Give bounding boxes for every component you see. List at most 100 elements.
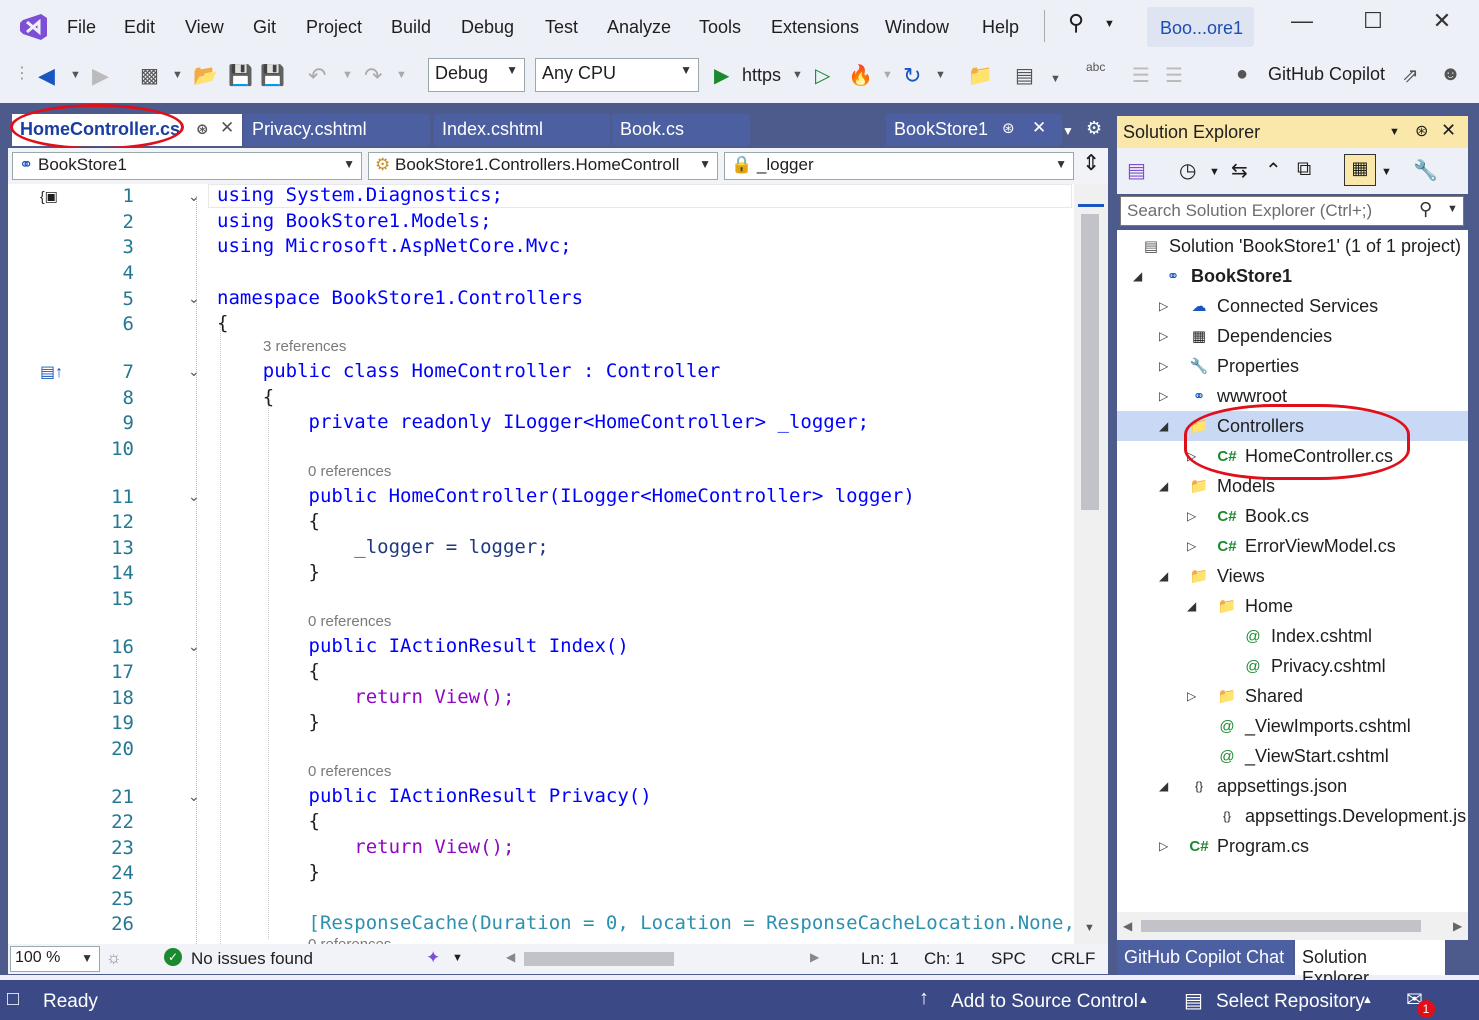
tree-item-program[interactable]: ▷ C# Program.cs (1159, 831, 1309, 861)
menu-file[interactable]: File (67, 17, 96, 38)
vertical-scrollbar[interactable]: ▼ (1074, 184, 1108, 944)
code-editor[interactable]: {▣ ▤↑ 3 references 0 references 0 refere… (8, 184, 1074, 944)
close-icon[interactable]: ✕ (1032, 118, 1046, 138)
column-indicator[interactable]: Ch: 1 (924, 949, 965, 969)
close-icon[interactable]: ✕ (1441, 120, 1456, 141)
chevron-down-icon[interactable]: ▼ (882, 69, 893, 99)
codelens-references[interactable]: 0 references (308, 613, 391, 630)
show-all-files-icon[interactable]: ▦ (1344, 154, 1376, 186)
tree-item-index-cshtml[interactable]: @ Index.cshtml (1241, 621, 1372, 651)
chevron-down-icon[interactable]: ▼ (70, 69, 81, 99)
add-source-control-button[interactable]: Add to Source Control (951, 991, 1138, 1013)
scrollbar-thumb[interactable] (1081, 214, 1099, 510)
codelens-references[interactable]: 0 references (308, 763, 391, 780)
open-folder-icon[interactable]: 📂 (193, 63, 218, 93)
menu-build[interactable]: Build (391, 17, 431, 38)
menu-debug[interactable]: Debug (461, 17, 514, 38)
tree-item-shared[interactable]: ▷ 📁 Shared (1187, 681, 1303, 711)
spell-check-icon[interactable]: abc (1086, 60, 1105, 90)
scroll-left-icon[interactable]: ◀ (506, 950, 515, 964)
chevron-down-icon[interactable]: ▼ (792, 69, 803, 99)
menu-window[interactable]: Window (885, 17, 949, 38)
new-project-icon[interactable]: ▩ (140, 63, 159, 93)
tab-privacy[interactable]: Privacy.cshtml (244, 114, 430, 146)
issues-status[interactable]: No issues found (191, 949, 313, 969)
expanded-icon[interactable]: ◢ (1187, 599, 1201, 613)
menu-analyze[interactable]: Analyze (607, 17, 671, 38)
back-icon[interactable]: ◀ (38, 63, 55, 93)
menu-edit[interactable]: Edit (124, 17, 155, 38)
comment-icon[interactable]: ☰ (1132, 63, 1150, 93)
fold-chevron-icon[interactable]: ⌄ (188, 188, 200, 205)
scroll-right-icon[interactable]: ▶ (810, 950, 819, 964)
close-icon[interactable]: ✕ (220, 118, 234, 138)
account-icon[interactable]: ☻ (1440, 63, 1461, 93)
zoom-dropdown[interactable]: 100 % ▼ (10, 946, 100, 972)
pin-icon[interactable]: ⊛ (196, 120, 209, 138)
hot-reload-icon[interactable]: 🔥 (848, 63, 873, 93)
tree-item-views[interactable]: ◢ 📁 Views (1159, 561, 1265, 591)
tab-book[interactable]: Book.cs (612, 114, 750, 146)
chevron-down-icon[interactable]: ▼ (452, 952, 463, 964)
tab-overflow-icon[interactable]: ▼ (1062, 124, 1074, 138)
project-dropdown[interactable]: ⚭ BookStore1 ▼ (12, 152, 362, 180)
codelens-references[interactable]: 0 references (308, 463, 391, 480)
whitespace-indicator[interactable]: SPC (991, 949, 1026, 969)
tree-item-viewimports[interactable]: @ _ViewImports.cshtml (1215, 711, 1410, 741)
select-repository-button[interactable]: Select Repository (1216, 991, 1365, 1013)
menu-help[interactable]: Help (982, 17, 1019, 38)
pin-icon[interactable]: ⊛ (1002, 119, 1015, 137)
menu-tools[interactable]: Tools (699, 17, 741, 38)
chevron-down-icon[interactable]: ▼ (1447, 203, 1458, 215)
chevron-up-icon[interactable]: ▲ (1362, 994, 1373, 1006)
chevron-up-icon[interactable]: ▲ (1138, 994, 1149, 1006)
tree-item-errorviewmodel[interactable]: ▷ C# ErrorViewModel.cs (1187, 531, 1396, 561)
menu-view[interactable]: View (185, 17, 224, 38)
save-all-icon[interactable]: 💾 (260, 63, 285, 93)
chevron-down-icon[interactable]: ▼ (1381, 166, 1392, 178)
minimize-icon[interactable]: — (1282, 8, 1322, 44)
output-icon[interactable]: □ (7, 988, 19, 1011)
run-button[interactable]: https (742, 65, 781, 95)
menu-git[interactable]: Git (253, 17, 276, 38)
fold-chevron-icon[interactable]: ⌄ (188, 638, 200, 655)
share-icon[interactable]: ⇗ (1402, 63, 1419, 93)
health-icon[interactable]: ☼ (106, 948, 122, 968)
collapsed-icon[interactable]: ▷ (1187, 689, 1201, 703)
tree-item-properties[interactable]: ▷ 🔧 Properties (1159, 351, 1299, 381)
tree-item-privacy-cshtml[interactable]: @ Privacy.cshtml (1241, 651, 1385, 681)
chevron-down-icon[interactable]: ▼ (396, 69, 407, 99)
fold-chevron-icon[interactable]: ⌄ (188, 363, 200, 380)
tree-item-solution[interactable]: ▤ Solution 'BookStore1' (1 of 1 project) (1139, 231, 1461, 261)
search-icon[interactable]: ⚲ (1068, 10, 1084, 36)
line-indicator[interactable]: Ln: 1 (861, 949, 899, 969)
switch-views-icon[interactable]: ▤ (1127, 158, 1146, 183)
platform-dropdown[interactable]: Any CPU ▼ (535, 58, 699, 92)
chevron-down-icon[interactable]: ▼ (172, 69, 183, 99)
start-without-debugging-icon[interactable]: ▷ (815, 63, 830, 93)
tree-item-project[interactable]: ◢ ⚭ BookStore1 (1133, 261, 1292, 291)
tab-copilot-chat[interactable]: GitHub Copilot Chat (1117, 940, 1293, 975)
collapsed-icon[interactable]: ▷ (1159, 329, 1173, 343)
codelens-references[interactable]: 3 references (263, 338, 346, 355)
fold-chevron-icon[interactable]: ⌄ (188, 290, 200, 307)
tab-index[interactable]: Index.cshtml (434, 114, 610, 146)
menu-project[interactable]: Project (306, 17, 362, 38)
collapsed-icon[interactable]: ▷ (1187, 509, 1201, 523)
scroll-left-icon[interactable]: ◀ (1123, 919, 1132, 933)
codelens-references[interactable]: 0 references (308, 936, 391, 944)
sync-icon[interactable]: ⇆ (1231, 158, 1248, 183)
collapsed-icon[interactable]: ▷ (1159, 359, 1173, 373)
tree-item-appsettings-development[interactable]: {} appsettings.Development.js (1215, 801, 1466, 831)
scroll-down-icon[interactable]: ▼ (1084, 922, 1095, 934)
properties-wrench-icon[interactable]: 🔧 (1413, 158, 1438, 183)
configuration-dropdown[interactable]: Debug ▼ (428, 58, 525, 92)
redo-icon[interactable]: ↷ (364, 63, 382, 93)
line-ending-indicator[interactable]: CRLF (1051, 949, 1095, 969)
expanded-icon[interactable]: ◢ (1159, 569, 1173, 583)
history-icon[interactable]: ◷ (1179, 158, 1196, 183)
member-dropdown[interactable]: 🔒 _logger ▼ (724, 152, 1074, 180)
menu-test[interactable]: Test (545, 17, 578, 38)
horizontal-scroll-thumb[interactable] (524, 952, 674, 966)
tree-item-appsettings[interactable]: ◢ {} appsettings.json (1159, 771, 1347, 801)
